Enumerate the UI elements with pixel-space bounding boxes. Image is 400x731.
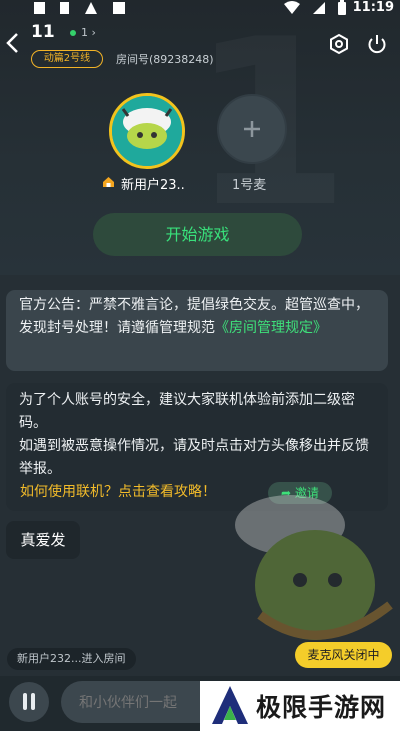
exit-power-icon[interactable]	[366, 33, 388, 55]
site-watermark: 极限手游网	[200, 681, 400, 731]
guide-link[interactable]: 如何使用联机？点击查看攻略！	[20, 481, 216, 501]
start-game-button[interactable]: 开始游戏	[93, 213, 302, 256]
battery-icon	[338, 0, 346, 15]
room-id: 房间号(89238248)	[116, 53, 214, 66]
watermark-text: 极限手游网	[256, 693, 387, 722]
sim-icon	[60, 2, 69, 14]
server-line-badge[interactable]: 动篇2号线	[31, 50, 103, 68]
mic-status-badge[interactable]: 麦克风关闭中	[295, 642, 392, 668]
host-crown-icon	[103, 177, 114, 187]
app-notification-icon	[113, 2, 125, 14]
status-bar: 11:19	[0, 0, 400, 18]
official-notice: 官方公告：严禁不雅言论，提倡绿色交友。超管巡查中，发现封号处理！请遵循管理规范《…	[6, 290, 388, 371]
online-dot-icon	[70, 30, 76, 36]
chat-message: 真爱发	[6, 521, 80, 559]
host-seat-avatar[interactable]	[109, 93, 185, 169]
host-seat-name: 新用户23..	[121, 178, 185, 193]
voice-toggle-button[interactable]	[9, 682, 49, 722]
notification-icon	[34, 2, 45, 14]
room-rules-link[interactable]: 《房间管理规定》	[215, 320, 327, 336]
signal-icon	[313, 2, 325, 14]
room-header: 11 1 › 动篇2号线 房间号(89238248)	[0, 20, 400, 68]
room-number: 11	[31, 22, 55, 42]
empty-seat-1[interactable]	[217, 94, 287, 164]
watermark-logo-icon	[212, 686, 248, 724]
system-enter-message: 新用户232...进入房间	[7, 648, 136, 670]
microphone-icon	[23, 693, 35, 710]
settings-icon[interactable]	[328, 33, 350, 55]
tips-line-1: 为了个人账号的安全，建议大家联机体验前添加二级密码。	[19, 392, 355, 431]
wifi-icon	[284, 1, 300, 14]
sheep-avatar-icon	[112, 96, 182, 166]
tips-line-2: 如遇到被恶意操作情况，请及时点击对方头像移出并反馈举报。	[19, 438, 369, 477]
online-count-value: 1	[81, 26, 88, 39]
status-time: 11:19	[352, 0, 394, 15]
mascot-decoration-icon	[235, 495, 393, 640]
back-arrow-icon[interactable]	[4, 32, 22, 54]
warning-icon	[85, 2, 97, 14]
online-count: 1 ›	[70, 26, 96, 39]
empty-seat-label: 1号麦	[232, 178, 267, 193]
add-seat-icon	[244, 121, 260, 137]
